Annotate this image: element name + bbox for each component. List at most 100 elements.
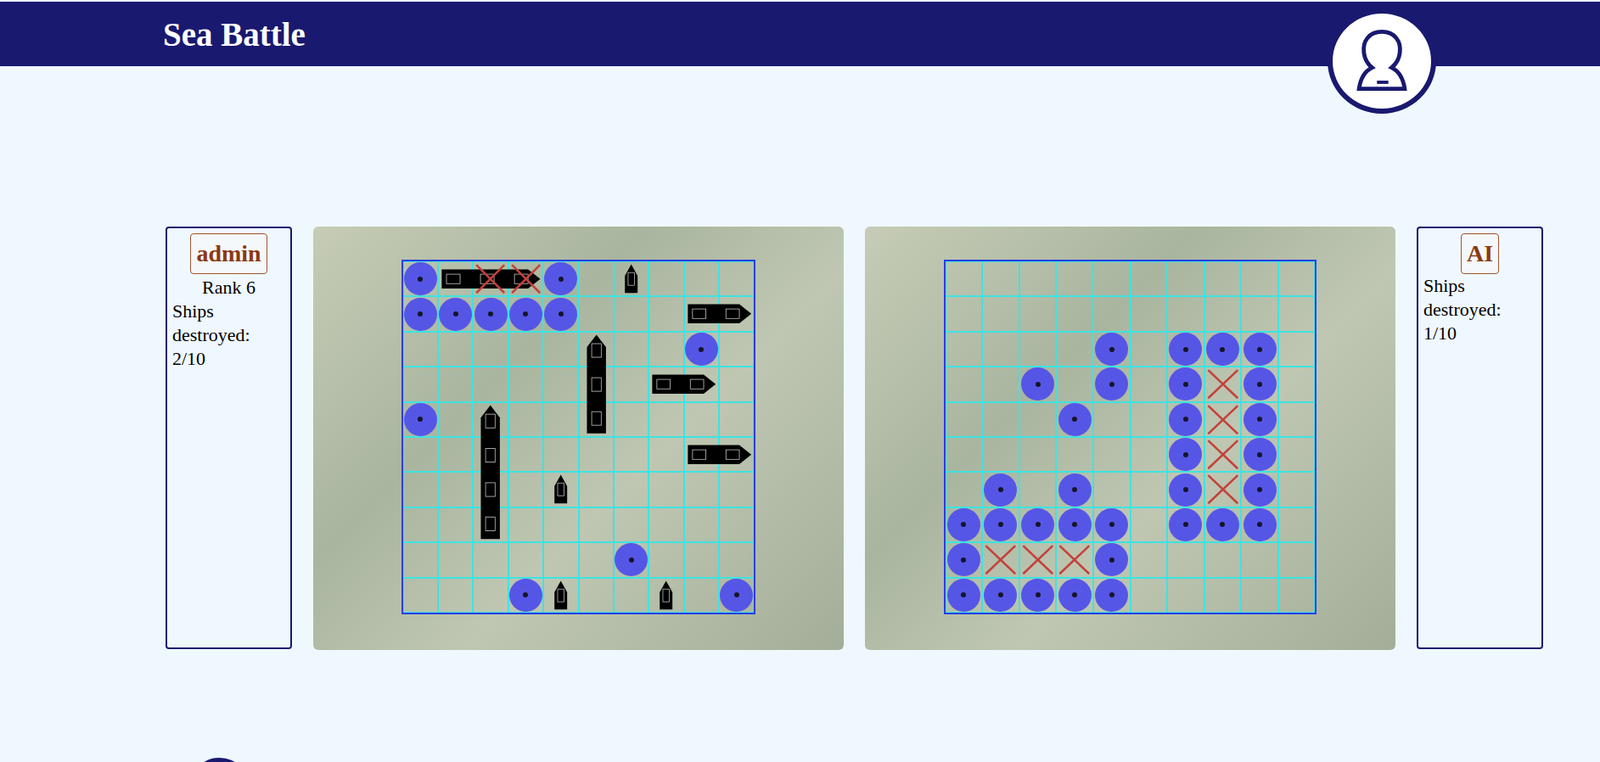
board-cell[interactable] [1278,542,1316,578]
board-cell[interactable] [1240,261,1279,297]
board-cell[interactable] [684,507,719,543]
board-cell[interactable] [982,437,1020,472]
board-cell[interactable] [1093,402,1131,438]
board-cell[interactable] [945,261,983,297]
board-cell[interactable] [1240,578,1279,613]
board-cell[interactable] [578,261,614,297]
board-cell[interactable] [437,507,473,543]
board-cell[interactable] [1278,507,1316,543]
board-cell[interactable] [437,366,473,402]
board-cell[interactable] [982,331,1020,367]
board-cell[interactable] [543,366,579,402]
board-cell[interactable] [1130,471,1168,507]
board-cell[interactable] [1055,437,1094,472]
board-cell[interactable] [648,296,684,332]
board-cell[interactable] [1278,402,1316,438]
board-cell[interactable] [578,437,614,472]
board-cell[interactable] [1019,437,1057,472]
board-cell[interactable] [1204,578,1242,613]
board-cell[interactable] [1167,578,1205,613]
board-cell[interactable] [613,402,649,438]
board-cell[interactable] [684,578,719,613]
board-cell[interactable] [1130,331,1168,367]
board-cell[interactable] [1278,437,1316,472]
board-cell[interactable] [543,402,579,438]
board-cell[interactable] [982,402,1020,438]
board-cell[interactable] [1055,366,1094,402]
board-cell[interactable] [437,578,473,613]
board-cell[interactable] [1093,437,1131,472]
board-cell[interactable] [472,542,508,578]
board-cell[interactable] [1055,296,1094,332]
board-cell[interactable] [508,402,544,438]
board-cell[interactable] [1278,261,1316,297]
board-cell[interactable] [578,578,614,613]
board-cell[interactable] [945,402,983,438]
board-cell[interactable] [1130,507,1168,543]
board-cell[interactable] [1240,296,1279,332]
board-cell[interactable] [543,542,579,578]
board-cell[interactable] [1278,471,1316,507]
board-cell[interactable] [578,542,614,578]
board-cell[interactable] [648,331,684,367]
board-cell[interactable] [508,366,544,402]
board-cell[interactable] [945,331,983,367]
board-cell[interactable] [1204,296,1242,332]
board-cell[interactable] [403,437,438,472]
board-cell[interactable] [1019,471,1057,507]
board-cell[interactable] [403,578,438,613]
board-cell[interactable] [613,366,649,402]
board-cell[interactable] [1130,402,1168,438]
board-cell[interactable] [437,402,473,438]
board-cell[interactable] [613,471,649,507]
board-cell[interactable] [1019,402,1057,438]
board-cell[interactable] [648,507,684,543]
board-cell[interactable] [403,471,438,507]
board-cell[interactable] [437,437,473,472]
board-cell[interactable] [1204,261,1242,297]
board-cell[interactable] [403,542,438,578]
board-cell[interactable] [684,471,719,507]
board-cell[interactable] [1130,578,1168,613]
board-cell[interactable] [613,507,649,543]
board-cell[interactable] [982,261,1020,297]
board-cell[interactable] [945,366,983,402]
board-cell[interactable] [1055,261,1094,297]
board-cell[interactable] [613,578,649,613]
board-cell[interactable] [472,331,508,367]
board-cell[interactable] [1167,542,1205,578]
board-cell[interactable] [684,402,719,438]
board-cell[interactable] [1130,437,1168,472]
board-cell[interactable] [543,507,579,543]
board-cell[interactable] [1093,296,1131,332]
user-avatar[interactable] [1327,8,1437,114]
board-cell[interactable] [508,331,544,367]
board-cell[interactable] [1167,296,1205,332]
board-cell[interactable] [1130,366,1168,402]
board-cell[interactable] [1055,331,1094,367]
board-cell[interactable] [613,296,649,332]
board-cell[interactable] [403,331,438,367]
board-cell[interactable] [945,296,983,332]
board-cell[interactable] [1130,542,1168,578]
board-cell[interactable] [543,331,579,367]
board-cell[interactable] [1278,578,1316,613]
board-cell[interactable] [1093,471,1131,507]
board-cell[interactable] [1240,542,1279,578]
board-cell[interactable] [578,471,614,507]
board-cell[interactable] [508,542,544,578]
board-cell[interactable] [982,296,1020,332]
board-cell[interactable] [578,296,614,332]
board-cell[interactable] [648,402,684,438]
board-cell[interactable] [613,331,649,367]
board-cell[interactable] [648,542,684,578]
board-cell[interactable] [403,507,438,543]
board-cell[interactable] [508,471,544,507]
board-cell[interactable] [1278,366,1316,402]
board-cell[interactable] [1093,261,1131,297]
board-cell[interactable] [648,437,684,472]
board-cell[interactable] [1019,261,1057,297]
board-cell[interactable] [1278,296,1316,332]
board-cell[interactable] [945,437,983,472]
board-cell[interactable] [718,507,754,543]
